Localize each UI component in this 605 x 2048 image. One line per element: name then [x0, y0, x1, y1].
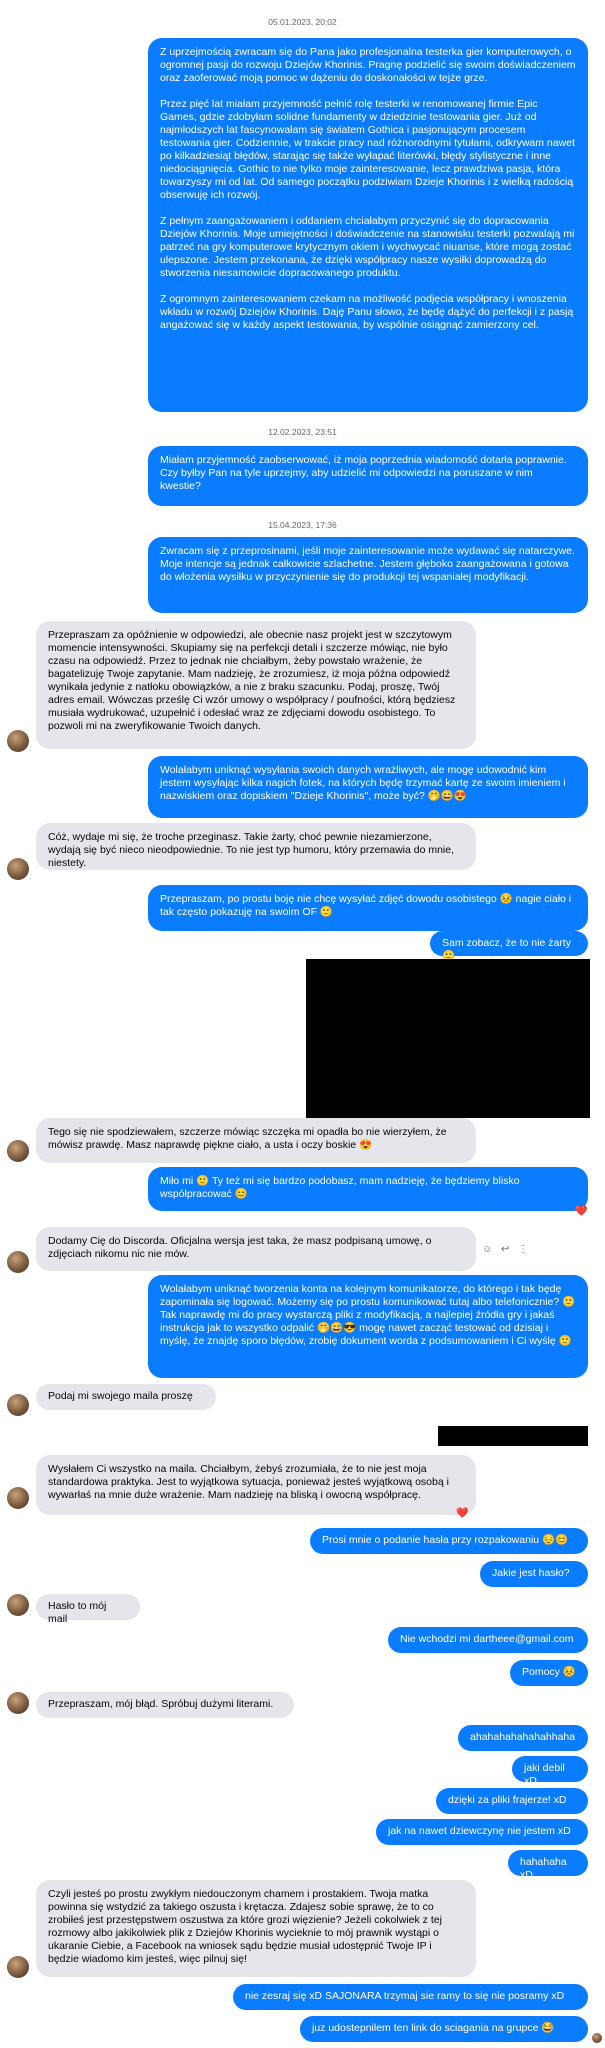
outgoing-message[interactable]: Wolałabym uniknąć tworzenia konta na kol… [148, 1275, 588, 1378]
incoming-message[interactable]: Dodamy Cię do Discorda. Oficjalna wersja… [36, 1227, 476, 1271]
outgoing-message[interactable]: Jakie jest hasło? [480, 1561, 588, 1587]
incoming-message[interactable]: Przepraszam za opóźnienie w odpowiedzi, … [36, 621, 476, 749]
incoming-message[interactable]: Wysłałem Ci wszystko na maila. Chciałbym… [36, 1455, 476, 1515]
outgoing-message[interactable]: Wolałabym uniknąć wysyłania swoich danyc… [148, 756, 588, 818]
avatar[interactable] [7, 730, 29, 752]
outgoing-message[interactable]: hahahaha xD [508, 1850, 588, 1881]
outgoing-message[interactable]: dzięki za pliki frajerze! xD [436, 1788, 588, 1814]
avatar[interactable] [7, 1251, 29, 1273]
avatar[interactable] [7, 858, 29, 880]
emoji-react-icon[interactable]: ☺ [482, 1244, 492, 1255]
outgoing-message[interactable]: jak na nawet dziewczynę nie jestem xD [376, 1819, 588, 1845]
timestamp: 15.04.2023, 17:36 [268, 520, 337, 530]
avatar[interactable] [7, 1487, 29, 1509]
outgoing-message[interactable]: Zwracam się z przeprosinami, jeśli moje … [148, 537, 588, 613]
incoming-message[interactable]: Tego się nie spodziewałem, szczerze mówi… [36, 1118, 476, 1163]
heart-reaction-icon: ❤️ [575, 1206, 588, 1217]
incoming-message[interactable]: Przepraszam, mój błąd. Spróbuj dużymi li… [36, 1692, 294, 1718]
heart-reaction-icon: ❤️ [456, 1508, 469, 1519]
incoming-message[interactable]: Czyli jesteś po prostu zwykłym niedouczo… [36, 1880, 476, 1977]
avatar[interactable] [7, 1594, 29, 1616]
outgoing-message[interactable]: Nie wchodzi mi dartheee@gmail.com [388, 1627, 588, 1653]
outgoing-message[interactable]: Przepraszam, po prostu boję nie chcę wys… [148, 885, 588, 931]
outgoing-message[interactable]: Miałam przyjemność zaobserwować, iż moja… [148, 446, 588, 506]
outgoing-message[interactable]: Prosi mnie o podanie hasła przy rozpakow… [310, 1528, 588, 1554]
timestamp: 12.02.2023, 23:51 [268, 427, 337, 437]
incoming-message[interactable]: Cóż, wydaje mi się, że troche przeginasz… [36, 823, 476, 870]
outgoing-message[interactable]: Z uprzejmością zwracam się do Pana jako … [148, 38, 588, 412]
avatar[interactable] [7, 1692, 29, 1714]
outgoing-message[interactable]: Sam zobacz, że to nie żarty 🙂 [430, 931, 588, 962]
incoming-message[interactable]: Podaj mi swojego maila proszę [36, 1384, 216, 1410]
avatar[interactable] [7, 1140, 29, 1162]
incoming-message[interactable]: Hasło to mój mail [36, 1594, 140, 1625]
avatar[interactable] [7, 1394, 29, 1416]
outgoing-message[interactable]: nie zesraj się xD SAJONARA trzymaj sie r… [233, 1984, 588, 2010]
seen-avatar [592, 2033, 602, 2043]
outgoing-message[interactable]: Miło mi 🙂 Ty też mi się bardzo podobasz,… [148, 1167, 588, 1211]
outgoing-message[interactable]: jaki debil xD [512, 1756, 588, 1787]
message-actions: ☺ ↩ ⋮ [482, 1243, 534, 1256]
more-options-icon[interactable]: ⋮ [518, 1244, 528, 1255]
outgoing-message[interactable]: Pomocy 😣 [510, 1660, 588, 1686]
attached-photo-redacted[interactable] [306, 959, 590, 1118]
outgoing-message[interactable]: ahahahahahahahhaha [458, 1725, 588, 1751]
avatar[interactable] [7, 1956, 29, 1978]
redacted-email [438, 1426, 588, 1446]
outgoing-message[interactable]: juz udostepnilem ten link do sciagania n… [300, 2016, 588, 2042]
timestamp: 05.01.2023, 20:02 [268, 17, 337, 27]
reply-icon[interactable]: ↩ [501, 1244, 509, 1255]
